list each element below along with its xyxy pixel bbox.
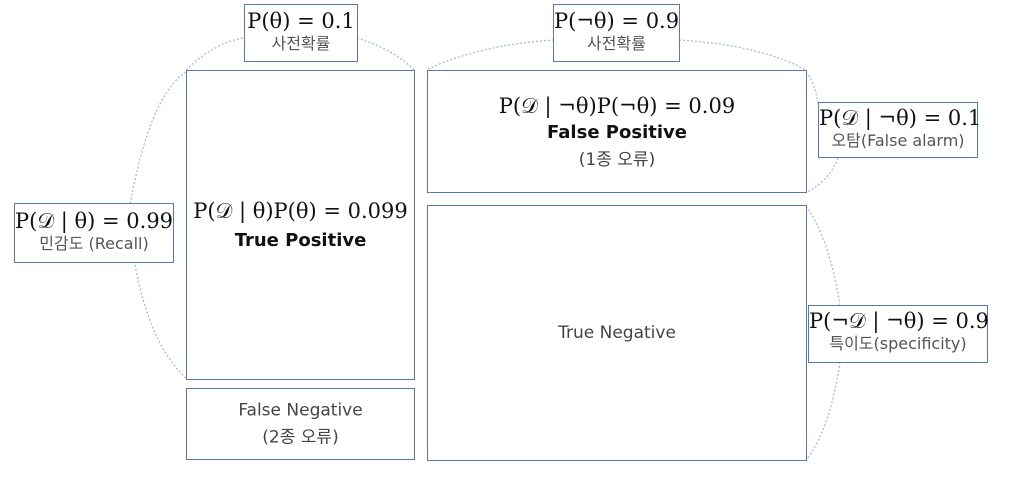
prior-theta-caption: 사전확률 [271,34,331,54]
specificity-caption: 특이도(specificity) [829,334,967,354]
specificity-label: P(¬𝒟 | ¬θ) = 0.9 특이도(specificity) [808,305,989,363]
arc-tn-right-bottom [805,361,841,461]
recall-formula: P(𝒟 | θ) = 0.99 [15,209,174,233]
true-negative-box: True Negative [427,205,807,461]
false-positive-box: P(𝒟 | ¬θ)P(¬θ) = 0.09 False Positive (1종… [427,70,807,193]
arc-fp-right-top [805,71,819,105]
arc-top-left-r [356,37,415,71]
true-positive-label: True Positive [234,230,367,251]
arc-left-bottom [134,264,187,379]
recall-label: P(𝒟 | θ) = 0.99 민감도 (Recall) [14,203,174,263]
false-alarm-formula: P(𝒟 | ¬θ) = 0.1 [819,106,982,130]
false-positive-label: False Positive [547,121,687,143]
arc-top-left [185,37,245,71]
false-negative-note: (2종 오류) [262,427,339,448]
arc-top-right-r [678,39,807,71]
false-positive-formula: P(𝒟 | ¬θ)P(¬θ) = 0.09 [498,93,736,118]
false-alarm-caption: 오탐(False alarm) [831,131,965,151]
false-positive-note: (1종 오류) [578,149,656,170]
arc-top-right-l [427,39,554,70]
false-negative-box: False Negative (2종 오류) [186,388,415,460]
arc-left-top [129,71,187,206]
arc-tn-right-top [805,205,841,307]
true-positive-box: P(𝒟 | θ)P(θ) = 0.099 True Positive [186,70,415,380]
prior-not-theta-caption: 사전확률 [587,34,646,54]
specificity-formula: P(¬𝒟 | ¬θ) = 0.9 [809,309,989,333]
recall-caption: 민감도 (Recall) [39,234,149,254]
prior-theta-formula: P(θ) = 0.1 [247,9,355,33]
false-alarm-label: P(𝒟 | ¬θ) = 0.1 오탐(False alarm) [818,102,982,158]
arc-fp-right-bottom [805,157,839,194]
true-positive-formula: P(𝒟 | θ)P(θ) = 0.099 [193,199,408,223]
true-negative-label: True Negative [558,323,676,343]
false-negative-label: False Negative [238,400,363,421]
prior-not-theta-label: P(¬θ) = 0.9 사전확률 [553,4,680,62]
prior-theta-label: P(θ) = 0.1 사전확률 [244,4,358,62]
prior-not-theta-formula: P(¬θ) = 0.9 [554,9,680,33]
